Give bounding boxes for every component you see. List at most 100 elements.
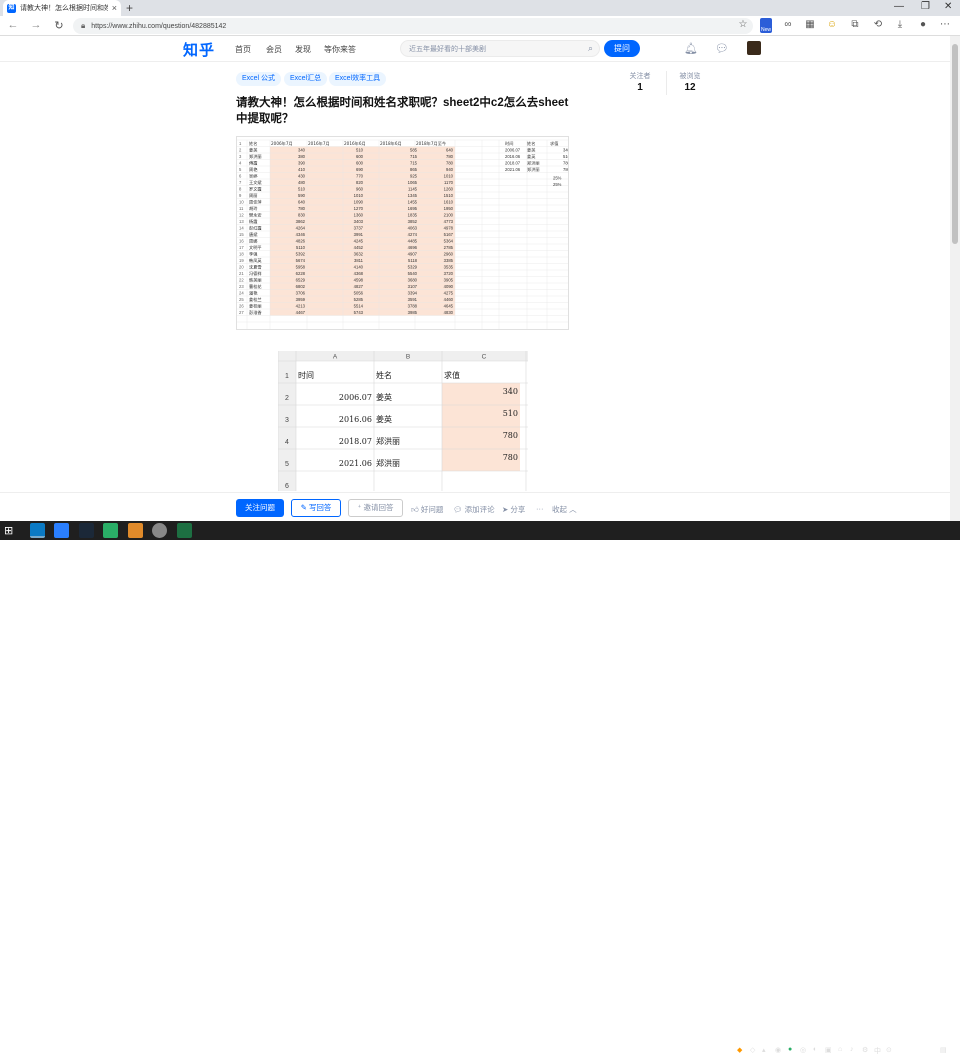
steam-app-icon[interactable] bbox=[79, 523, 94, 538]
sheet1-name-cell: 傅霞 bbox=[249, 160, 258, 167]
tray-icon-13[interactable]: ⊙ bbox=[886, 1046, 892, 1054]
scrollbar-thumb[interactable] bbox=[952, 44, 958, 244]
collapse-label: 收起 bbox=[552, 505, 567, 514]
more-button[interactable]: ··· bbox=[536, 504, 544, 513]
sheet1-value-cell: 1260 bbox=[444, 187, 454, 192]
sheet1-name-cell: 罗文霞 bbox=[249, 186, 262, 193]
tag-excel-formula[interactable]: Excel 公式 bbox=[236, 72, 282, 86]
windows-start-icon[interactable]: ⊞ bbox=[4, 524, 13, 537]
followers-count[interactable]: 1 bbox=[620, 82, 660, 93]
sheet1-value-cell: 600 bbox=[356, 161, 364, 166]
nav-discover[interactable]: 发现 bbox=[295, 44, 311, 55]
zhihu-logo[interactable]: 知乎 bbox=[183, 39, 215, 60]
wechat-app-icon[interactable] bbox=[103, 523, 118, 538]
search-icon[interactable]: ⌕ bbox=[588, 43, 593, 54]
network-icon[interactable]: ⌂ bbox=[838, 1046, 842, 1053]
sheet2-col-letter: A bbox=[333, 354, 338, 361]
sheet1-value-cell: 4368 bbox=[354, 271, 364, 276]
avatar[interactable] bbox=[747, 41, 761, 55]
sheet1-name-cell: 姜英 bbox=[249, 147, 258, 154]
sheet1-value-cell: 3811 bbox=[354, 258, 364, 263]
menu-more-icon[interactable]: ⋯ bbox=[938, 19, 952, 30]
sheet1-header-cell: 2006年7月 bbox=[271, 140, 293, 147]
tray-icon-2[interactable]: ◇ bbox=[750, 1046, 755, 1054]
sheet1-value-cell: 4645 bbox=[444, 304, 454, 309]
tab-actions-icon[interactable]: ⧉ bbox=[848, 19, 862, 30]
notification-center-icon[interactable]: ▤ bbox=[940, 1046, 947, 1054]
sheet1-rownum: 19 bbox=[239, 258, 244, 263]
url-box[interactable]: 🔒︎ https://www.zhihu.com/question/482885… bbox=[73, 18, 753, 34]
tray-icon-11[interactable]: ⚙ bbox=[862, 1046, 868, 1054]
sheet2-rownum: 6 bbox=[285, 483, 289, 490]
message-icon[interactable]: 💬︎ bbox=[715, 42, 729, 55]
invite-answer-button[interactable]: ⁺ 邀请回答 bbox=[348, 499, 403, 517]
edge-app-icon[interactable] bbox=[30, 523, 45, 538]
browser-tab[interactable]: 知 请教大神！怎么根据时间和姓名求... × bbox=[3, 0, 121, 16]
share-button[interactable]: ➤ 分享 bbox=[502, 504, 525, 515]
profile-icon[interactable]: ● bbox=[916, 19, 930, 30]
sheet1-value-cell: 690 bbox=[356, 167, 364, 172]
volume-icon[interactable]: ♪ bbox=[850, 1046, 854, 1053]
sheet1-value-cell: 4346 bbox=[296, 232, 306, 237]
download-icon[interactable]: ⤓ bbox=[893, 19, 907, 30]
sheet2-col-header-bg bbox=[278, 351, 528, 361]
windows-taskbar: ⊞ ◆ ◇ ▴ ◉ ● ◎ ◐ ▣ ⌂ ♪ ⚙ 中 ⊙ 22:40 2021/8… bbox=[0, 521, 960, 1060]
tag-excel-summary[interactable]: Excel汇总 bbox=[284, 72, 328, 86]
tray-icon-4[interactable]: ◉ bbox=[775, 1046, 781, 1054]
sheet1-value-cell: 5674 bbox=[296, 258, 306, 263]
tray-wechat-icon[interactable]: ● bbox=[788, 1046, 792, 1053]
tray-icon-6[interactable]: ◎ bbox=[800, 1046, 806, 1054]
tray-icon-1[interactable]: ◆ bbox=[737, 1046, 742, 1054]
taskbar-clock[interactable]: 22:40 2021/8/27 bbox=[896, 1042, 934, 1061]
maximize-icon[interactable]: ❐ bbox=[921, 1, 930, 12]
sheet1-value-cell: 3385 bbox=[444, 258, 454, 263]
new-tab-button[interactable]: + bbox=[126, 1, 133, 15]
nav-waiting-answers[interactable]: 等你来答 bbox=[324, 44, 356, 55]
good-question-button[interactable]: 👍︎ 好问题 bbox=[411, 504, 443, 515]
sheet1-name-cell: 姜桂兰 bbox=[249, 296, 262, 303]
sheet1-value-cell: 5514 bbox=[354, 304, 364, 309]
close-tab-icon[interactable]: × bbox=[112, 3, 117, 13]
extension-cat-icon[interactable]: ☺ bbox=[825, 19, 839, 30]
nav-vip[interactable]: 会员 bbox=[266, 44, 282, 55]
sheet2-value-cell: 780 bbox=[503, 431, 518, 440]
excel-screenshot-1[interactable]: 姓名 2006年7月 2016年7月 2016年6月 2018年6月 2018年7月至今 1… bbox=[236, 136, 569, 330]
extension-new-icon[interactable]: New bbox=[760, 18, 772, 33]
tray-icon-7[interactable]: ◐ bbox=[813, 1046, 817, 1053]
forward-icon[interactable]: → bbox=[29, 19, 43, 31]
app-icon-2[interactable] bbox=[54, 523, 69, 538]
search-input[interactable]: 近五年最好看的十部美剧 ⌕ bbox=[400, 40, 600, 57]
nav-home[interactable]: 首页 bbox=[235, 44, 251, 55]
ime-indicator[interactable]: 中 bbox=[874, 1046, 881, 1056]
ask-button[interactable]: 提问 bbox=[604, 40, 640, 57]
add-comment-button[interactable]: 💬︎ 添加评论 bbox=[453, 504, 495, 515]
clock-time: 22:40 bbox=[906, 1044, 924, 1051]
followers-label: 关注者 bbox=[629, 73, 651, 80]
tray-icon-8[interactable]: ▣ bbox=[825, 1046, 832, 1054]
sheet1-value-cell: 4213 bbox=[296, 304, 306, 309]
tray-icon-3[interactable]: ▴ bbox=[762, 1046, 766, 1054]
close-window-icon[interactable]: ✕ bbox=[944, 1, 952, 12]
sheet1-right-date: 2018.07 bbox=[505, 161, 521, 166]
history-icon[interactable]: ⟲ bbox=[871, 19, 885, 30]
tag-excel-tools[interactable]: Excel效率工具 bbox=[329, 72, 387, 86]
minimize-icon[interactable]: — bbox=[894, 1, 904, 12]
sheet1-value-cell: 2960 bbox=[444, 252, 454, 257]
write-answer-button[interactable]: ✎ 写回答 bbox=[291, 499, 341, 517]
sheet1-value-cell: 510 bbox=[298, 187, 306, 192]
collections-icon[interactable]: ▦ bbox=[803, 19, 817, 30]
sheet1-value-cell: 2785 bbox=[444, 245, 454, 250]
app-icon-5[interactable] bbox=[128, 523, 143, 538]
excel-screenshot-2[interactable]: A B C 1 2 3 4 5 6 时间 姓名 求值 2006.07 姜英 340 2016.06 姜英 510 2… bbox=[278, 351, 528, 491]
follow-question-button[interactable]: 关注问题 bbox=[236, 499, 284, 517]
reload-icon[interactable]: ↻ bbox=[52, 19, 66, 32]
notification-bell-icon[interactable]: 🔔︎ bbox=[684, 42, 698, 55]
infinity-icon[interactable]: ∞ bbox=[781, 19, 795, 30]
collapse-button[interactable]: 收起 ︿ bbox=[552, 504, 577, 515]
back-icon[interactable]: ← bbox=[6, 19, 20, 31]
favorite-star-icon[interactable]: ☆ bbox=[736, 19, 750, 30]
excel-app-icon[interactable] bbox=[177, 523, 192, 538]
sheet1-header-cell: 2018年6月 bbox=[380, 140, 402, 147]
sheet1-value-cell: 780 bbox=[446, 154, 454, 159]
app-icon-6[interactable] bbox=[152, 523, 167, 538]
